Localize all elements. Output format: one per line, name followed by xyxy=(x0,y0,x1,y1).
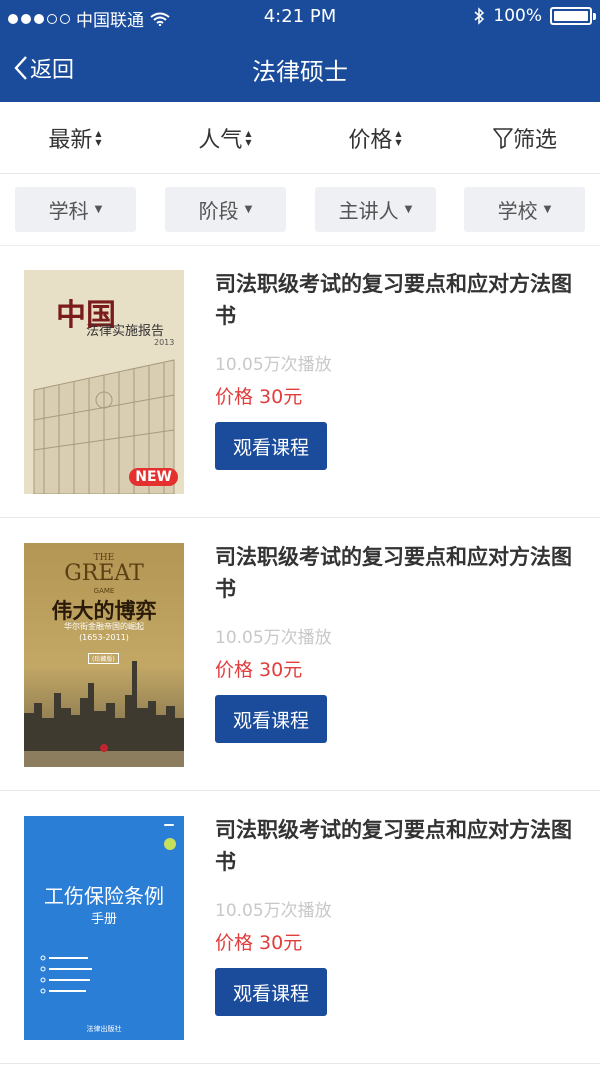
watch-course-button[interactable]: 观看课程 xyxy=(215,695,327,743)
chip-school[interactable]: 学校 ▼ xyxy=(464,187,585,232)
cover-title: 工伤保险条例 xyxy=(44,884,164,908)
cover-subtitle: 手册 xyxy=(90,912,117,927)
app-header: 中国联通 4:21 PM 100% 返回 法律硕士 xyxy=(0,0,600,102)
sort-latest[interactable]: 最新 ▲ ▼ xyxy=(0,102,150,173)
chip-school-label: 学校 xyxy=(497,199,538,223)
chip-stage[interactable]: 阶段 ▼ xyxy=(165,187,286,232)
course-item[interactable]: 中国 法律实施报告 2013 NEW 司法职级考试的复习要点和应对方法图书 10… xyxy=(0,246,600,518)
status-bar: 中国联通 4:21 PM 100% xyxy=(0,0,600,34)
sort-popularity-label: 人气 xyxy=(198,127,243,153)
course-title[interactable]: 司法职级考试的复习要点和应对方法图书 xyxy=(215,268,585,332)
play-count: 10.05万次播放 xyxy=(215,901,332,921)
book-cover-image[interactable]: 工伤保险条例 手册 法律出版社 xyxy=(24,816,184,1040)
cover-edition-badge: (珍藏版) xyxy=(88,653,119,664)
watch-course-button[interactable]: 观看课程 xyxy=(215,422,327,470)
cover-years: (1653-2011) xyxy=(79,633,129,642)
filter-funnel-icon xyxy=(493,127,513,149)
sort-arrows-icon: ▲ ▼ xyxy=(245,128,252,147)
sort-price[interactable]: 价格 ▲ ▼ xyxy=(300,102,450,173)
course-price: 价格 30元 xyxy=(215,932,303,954)
sort-popularity[interactable]: 人气 ▲ ▼ xyxy=(150,102,300,173)
course-item[interactable]: 工伤保险条例 手册 法律出版社 司法职级考试的复习要点和应对方法图书 10.05… xyxy=(0,792,600,1064)
course-item[interactable]: THE GREAT GAME 伟大的博弈 华尔街金融帝国的崛起 (1653-20… xyxy=(0,519,600,791)
chip-lecturer[interactable]: 主讲人 ▼ xyxy=(315,187,436,232)
play-count: 10.05万次播放 xyxy=(215,355,332,375)
cover-publisher: 法律出版社 xyxy=(86,1025,122,1033)
status-right: 100% xyxy=(473,6,596,26)
cover-subtitle-text: 华尔街金融帝国的崛起 xyxy=(64,622,144,631)
cover-series-tag xyxy=(164,824,174,826)
filter-label: 筛选 xyxy=(512,127,557,153)
play-count: 10.05万次播放 xyxy=(215,628,332,648)
sort-bar: 最新 ▲ ▼ 人气 ▲ ▼ 价格 ▲ ▼ 筛选 xyxy=(0,102,600,174)
battery-percent: 100% xyxy=(493,6,542,26)
chip-subject-label: 学科 xyxy=(48,199,89,223)
bluetooth-icon xyxy=(474,7,485,25)
filter-button[interactable]: 筛选 xyxy=(450,102,600,173)
filter-chip-bar: 学科 ▼ 阶段 ▼ 主讲人 ▼ 学校 ▼ xyxy=(0,174,600,246)
battery-icon xyxy=(550,7,596,25)
caret-down-icon: ▼ xyxy=(244,204,253,215)
cover-game: GAME xyxy=(93,587,115,595)
sort-arrows-icon: ▲ ▼ xyxy=(395,128,402,147)
cover-subtitle: 法律实施报告 xyxy=(86,324,165,339)
chip-lecturer-label: 主讲人 xyxy=(338,199,399,223)
book-cover-image[interactable]: 中国 法律实施报告 2013 NEW xyxy=(24,270,184,494)
cover-logo-icon xyxy=(164,838,176,850)
sort-price-label: 价格 xyxy=(348,127,393,153)
course-title[interactable]: 司法职级考试的复习要点和应对方法图书 xyxy=(215,541,585,605)
caret-down-icon: ▼ xyxy=(404,204,413,215)
watch-course-button[interactable]: 观看课程 xyxy=(215,968,327,1016)
course-title[interactable]: 司法职级考试的复习要点和应对方法图书 xyxy=(215,814,585,878)
new-badge: NEW xyxy=(129,468,178,486)
caret-down-icon: ▼ xyxy=(543,204,552,215)
caret-down-icon: ▼ xyxy=(94,204,103,215)
cover-bullet-list-icon xyxy=(40,955,92,994)
sort-arrows-icon: ▲ ▼ xyxy=(95,128,102,147)
page-title: 法律硕士 xyxy=(252,58,348,86)
chip-stage-label: 阶段 xyxy=(198,199,239,223)
book-cover-image[interactable]: THE GREAT GAME 伟大的博弈 华尔街金融帝国的崛起 (1653-20… xyxy=(24,543,184,767)
course-price: 价格 30元 xyxy=(215,386,303,408)
chip-subject[interactable]: 学科 ▼ xyxy=(15,187,136,232)
cover-year: 2013 xyxy=(154,338,175,347)
cover-subtitle: 华尔街金融帝国的崛起 (1653-2011) xyxy=(24,621,184,643)
sort-latest-label: 最新 xyxy=(48,127,93,153)
cover-great: GREAT xyxy=(64,561,144,586)
course-price: 价格 30元 xyxy=(215,659,303,681)
navbar: 返回 法律硕士 xyxy=(0,34,600,102)
